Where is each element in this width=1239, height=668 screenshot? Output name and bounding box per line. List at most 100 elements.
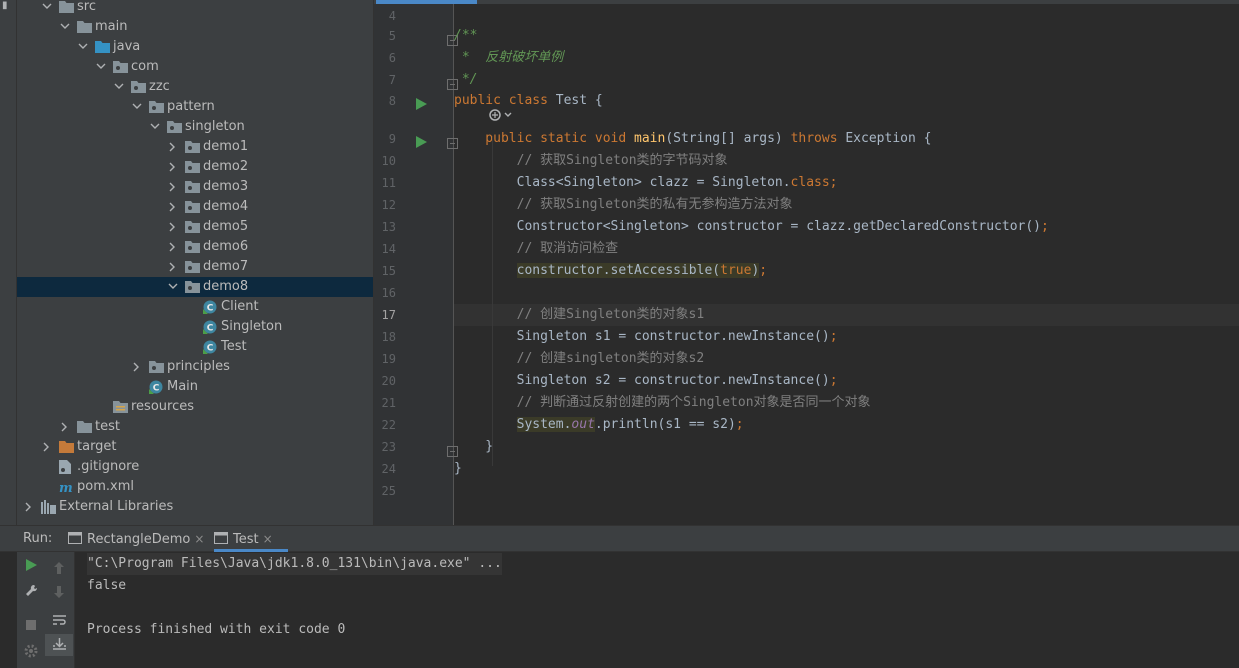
chevron-right-icon[interactable] <box>167 197 179 217</box>
chevron-right-icon[interactable] <box>23 497 35 517</box>
tree-item-pom-xml[interactable]: m pom.xml <box>17 477 373 497</box>
tree-item-singleton[interactable]: singleton <box>17 117 373 137</box>
tree-item-label: com <box>131 59 159 74</box>
tree-item-zzc[interactable]: zzc <box>17 77 373 97</box>
console-toolbar <box>45 552 75 668</box>
chevron-right-icon[interactable] <box>167 177 179 197</box>
code-line[interactable]: Singleton s1 = constructor.newInstance()… <box>454 326 1239 348</box>
chevron-right-icon[interactable] <box>131 357 143 377</box>
soft-wrap-icon[interactable] <box>45 610 73 632</box>
tree-item-demo2[interactable]: demo2 <box>17 157 373 177</box>
chevron-right-icon[interactable] <box>41 437 53 457</box>
code-line[interactable]: * 反射破坏单例 <box>454 47 1239 69</box>
code-line[interactable]: // 创建Singleton类的对象s1 <box>454 304 1239 326</box>
code-line[interactable]: Singleton s2 = constructor.newInstance()… <box>454 370 1239 392</box>
chevron-right-icon[interactable] <box>167 257 179 277</box>
tree-item-target[interactable]: target <box>17 437 373 457</box>
code-line[interactable]: /** <box>454 25 1239 47</box>
close-icon[interactable]: × <box>263 532 273 546</box>
code-line[interactable]: } <box>454 458 1239 480</box>
code-line[interactable] <box>454 5 1239 27</box>
code-line[interactable]: } <box>454 436 1239 458</box>
tree-item-test[interactable]: test <box>17 417 373 437</box>
tree-item-principles[interactable]: principles <box>17 357 373 377</box>
code-line[interactable]: System.out.println(s1 == s2); <box>454 414 1239 436</box>
ai-assist-icon[interactable] <box>489 108 517 124</box>
code-line[interactable]: Class<Singleton> clazz = Singleton.class… <box>454 172 1239 194</box>
stop-icon[interactable] <box>17 614 45 636</box>
tree-item-demo1[interactable]: demo1 <box>17 137 373 157</box>
code-line[interactable] <box>454 282 1239 304</box>
code-token: ; <box>759 263 768 278</box>
tree-item-client[interactable]: C Client <box>17 297 373 317</box>
chevron-down-icon[interactable] <box>95 57 107 77</box>
chevron-down-icon[interactable] <box>167 277 179 297</box>
chevron-right-icon[interactable] <box>167 237 179 257</box>
code-token: } <box>454 461 462 476</box>
scroll-to-end-icon[interactable] <box>45 634 73 656</box>
tree-item-demo3[interactable]: demo3 <box>17 177 373 197</box>
run-tab-rectangledemo[interactable]: RectangleDemo × <box>68 526 204 552</box>
tree-item-demo6[interactable]: demo6 <box>17 237 373 257</box>
tree-item-demo8[interactable]: demo8 <box>17 277 373 297</box>
run-gutter-icon[interactable] <box>416 133 427 148</box>
tree-item-resources[interactable]: resources <box>17 397 373 417</box>
code-line[interactable]: Constructor<Singleton> constructor = cla… <box>454 216 1239 238</box>
line-number: 6 <box>388 51 396 65</box>
tree-item-label: demo2 <box>203 159 249 174</box>
run-gutter-icon[interactable] <box>416 95 427 110</box>
code-line[interactable]: public static void main(String[] args) t… <box>454 128 1239 150</box>
chevron-down-icon[interactable] <box>77 37 89 57</box>
chevron-down-icon[interactable] <box>131 97 143 117</box>
arrow-down-icon[interactable] <box>45 582 73 604</box>
line-number: 9 <box>388 132 396 146</box>
chevron-down-icon[interactable] <box>41 0 53 17</box>
chevron-down-icon[interactable] <box>59 17 71 37</box>
package-icon <box>185 280 200 294</box>
tree-item-pattern[interactable]: pattern <box>17 97 373 117</box>
console-output[interactable]: "C:\Program Files\Java\jdk1.8.0_131\bin\… <box>80 552 1239 668</box>
close-icon[interactable]: × <box>194 532 204 546</box>
wrench-icon[interactable] <box>17 580 45 602</box>
tree-item-main[interactable]: C Main <box>17 377 373 397</box>
code-line[interactable]: */ <box>454 69 1239 91</box>
chevron-down-icon[interactable] <box>113 77 125 97</box>
folder-icon <box>77 20 92 34</box>
project-tree-panel: src main java com zzc pattern singleton demo1 de… <box>17 0 373 525</box>
code-line[interactable]: constructor.setAccessible(true); <box>454 260 1239 282</box>
code-line[interactable]: // 获取Singleton类的字节码对象 <box>454 150 1239 172</box>
rerun-icon[interactable] <box>17 554 45 576</box>
tree-item-main[interactable]: main <box>17 17 373 37</box>
code-line[interactable] <box>454 480 1239 502</box>
code-area[interactable]: /** * 反射破坏单例 */ public class Test { publi… <box>454 4 1239 525</box>
code-token: // 获取Singleton类的字节码对象 <box>454 153 728 168</box>
tree-item-demo7[interactable]: demo7 <box>17 257 373 277</box>
run-tab-test[interactable]: Test × <box>214 526 288 552</box>
tree-item-java[interactable]: java <box>17 37 373 57</box>
tree-item-label: zzc <box>149 79 170 94</box>
code-line[interactable]: // 取消访问检查 <box>454 238 1239 260</box>
tree-item-demo4[interactable]: demo4 <box>17 197 373 217</box>
tree-item-gitignore[interactable]: .gitignore <box>17 457 373 477</box>
chevron-right-icon[interactable] <box>59 417 71 437</box>
project-panel-icon[interactable]: ▮ <box>2 0 14 12</box>
code-line[interactable]: // 创建singleton类的对象s2 <box>454 348 1239 370</box>
tree-item-demo5[interactable]: demo5 <box>17 217 373 237</box>
tree-item-com[interactable]: com <box>17 57 373 77</box>
code-token: Singleton s2 = constructor.newInstance() <box>454 373 830 388</box>
chevron-right-icon[interactable] <box>167 217 179 237</box>
tree-item-src[interactable]: src <box>17 0 373 17</box>
chevron-right-icon[interactable] <box>167 157 179 177</box>
code-line[interactable]: // 获取Singleton类的私有无参构造方法对象 <box>454 194 1239 216</box>
chevron-right-icon[interactable] <box>167 137 179 157</box>
tree-item-external-libraries[interactable]: External Libraries <box>17 497 373 517</box>
tree-item-singleton[interactable]: C Singleton <box>17 317 373 337</box>
chevron-down-icon[interactable] <box>149 117 161 137</box>
arrow-up-icon[interactable] <box>45 558 73 580</box>
tree-item-label: Singleton <box>221 319 283 334</box>
code-token: Test { <box>555 93 603 108</box>
code-line[interactable]: // 判断通过反射创建的两个Singleton对象是否同一个对象 <box>454 392 1239 414</box>
settings-icon[interactable] <box>17 640 45 662</box>
tree-item-test[interactable]: C Test <box>17 337 373 357</box>
code-editor[interactable]: 4 5 6 7 8 9 10 11 12 13 14 15 16 17 18 19 20 21 22 23 24 25 /… <box>373 0 1239 525</box>
